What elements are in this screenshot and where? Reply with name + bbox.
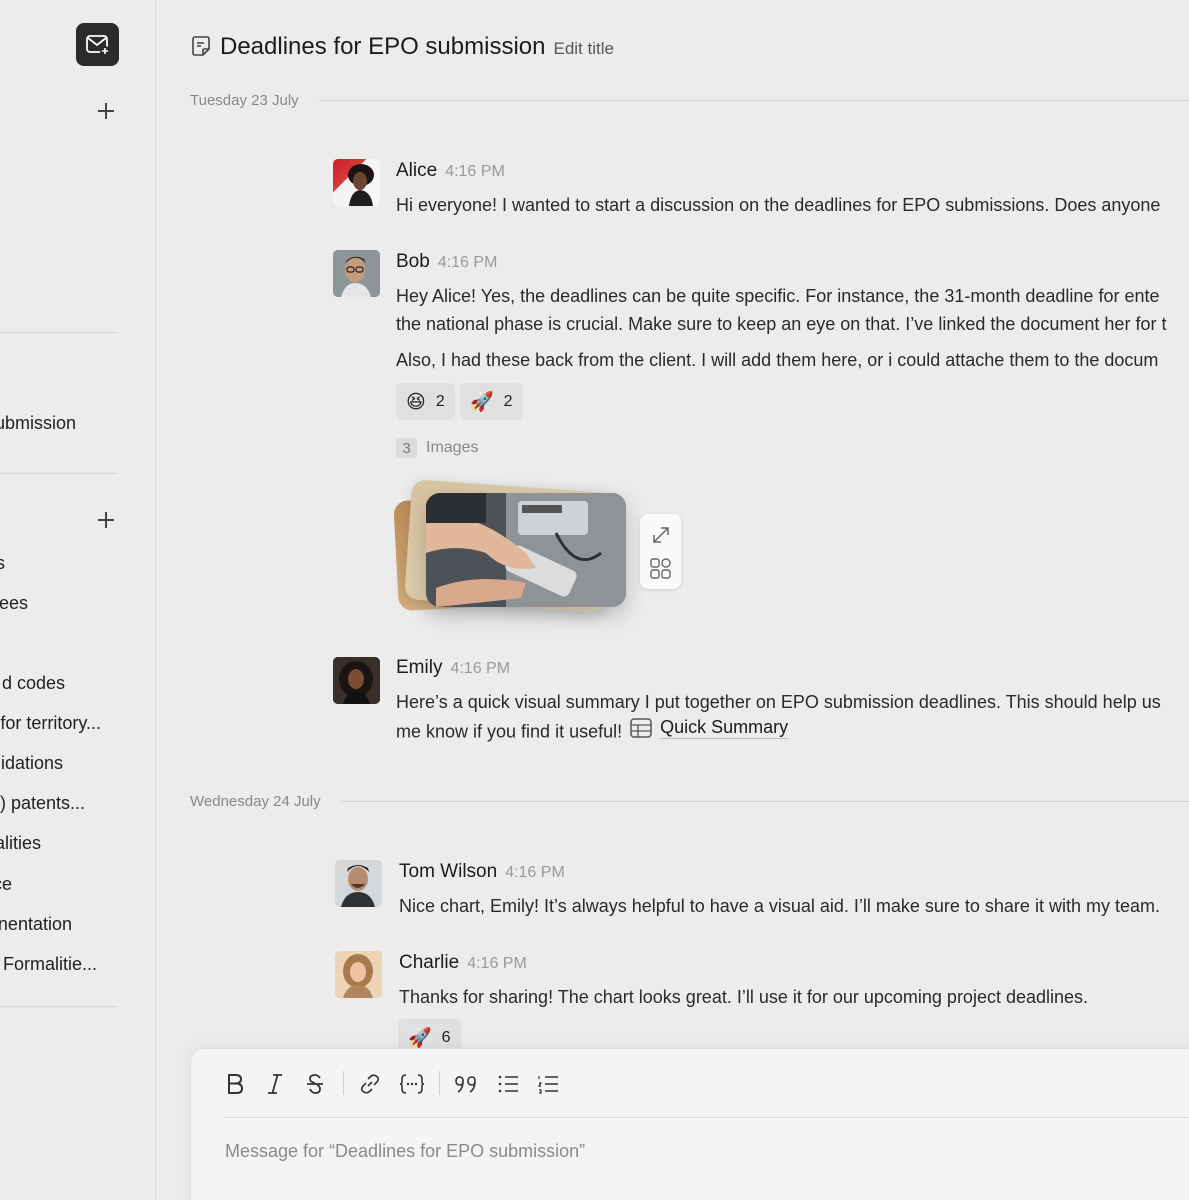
message-time: 4:16 PM [450,660,511,677]
add-icon[interactable] [97,102,115,120]
sidebar-item[interactable]: ubmission [0,412,76,434]
table-icon [630,717,652,738]
message-time: 4:16 PM [445,163,505,180]
author-name[interactable]: Tom Wilson [399,861,497,882]
sidebar: ubmission s ees d codes for territory...… [0,0,156,1200]
message-time: 4:16 PM [505,864,565,881]
message-text: Thanks for sharing! The chart looks grea… [399,987,1089,1007]
message-composer [190,1048,1189,1200]
sidebar-item[interactable]: ees [0,592,28,614]
message-author: Bob 4:16 PM [396,251,497,273]
sidebar-divider [0,332,118,333]
image-count-badge: 3 [396,438,417,458]
avatar[interactable] [333,250,380,297]
numbered-list-button[interactable] [535,1069,561,1099]
avatar-image [335,860,382,907]
new-message-button[interactable] [76,23,119,66]
sidebar-divider [0,1006,118,1007]
message-author: Charlie 4:16 PM [399,952,527,974]
image-count-label: Images [426,439,479,456]
edit-title-link[interactable]: Edit title [553,39,613,59]
quote-button[interactable] [453,1069,481,1099]
link-icon [360,1074,380,1094]
rocket-emoji-icon: 🚀 [408,1027,432,1049]
date-separator: Tuesday 23 July [190,92,1189,109]
sidebar-item[interactable]: alities [0,832,41,854]
add-icon[interactable] [97,511,115,529]
page-title: Deadlines for EPO submission [220,33,546,60]
author-name[interactable]: Bob [396,251,430,272]
sidebar-item[interactable]: ) patents... [0,792,85,814]
message-author: Alice 4:16 PM [396,160,505,182]
message-time: 4:16 PM [467,955,527,972]
date-separator: Wednesday 24 July [190,793,1189,810]
message-text: Nice chart, Emily! It’s always helpful t… [399,896,1160,916]
reaction-button[interactable]: 😆 2 [396,383,455,420]
author-name[interactable]: Alice [396,160,437,181]
message-text: me know if you find it useful! Quick Sum… [396,716,789,746]
avatar-image [333,250,380,297]
italic-button[interactable] [263,1069,287,1099]
message-text: Hey Alice! Yes, the deadlines can be qui… [396,286,1160,306]
numbered-list-icon [537,1076,558,1094]
message-text: Hi everyone! I wanted to start a discuss… [396,195,1161,215]
code-icon [399,1074,425,1094]
reaction-button[interactable]: 🚀 2 [460,383,523,420]
message-text-line: me know if you find it useful! [396,721,623,742]
message-text: the national phase is crucial. Make sure… [396,314,1167,334]
message-text: Here’s a quick visual summary I put toge… [396,692,1161,712]
avatar-image [348,164,374,206]
quick-summary-label: Quick Summary [660,717,789,739]
bold-icon [228,1074,244,1094]
avatar[interactable] [335,860,382,907]
sidebar-item[interactable]: s [0,552,5,574]
date-label: Tuesday 23 July [190,92,299,109]
page-header: Deadlines for EPO submission Edit title [192,32,614,61]
code-block-button[interactable] [397,1069,427,1099]
sidebar-item[interactable]: ce [0,873,12,895]
sidebar-item[interactable]: nentation [0,913,72,935]
author-name[interactable]: Charlie [399,952,459,973]
composer-divider [223,1117,1189,1118]
message-author: Tom Wilson 4:16 PM [399,861,565,883]
document-icon [192,36,210,56]
laughing-emoji-icon: 😆 [406,390,426,413]
sidebar-divider [0,473,118,474]
link-button[interactable] [357,1069,383,1099]
avatar-image [333,657,380,704]
avatar-image [335,951,382,998]
strikethrough-button[interactable] [303,1069,327,1099]
date-label: Wednesday 24 July [190,793,321,810]
message-author: Emily 4:16 PM [396,657,510,679]
strikethrough-icon [307,1074,323,1094]
avatar[interactable] [335,951,382,998]
bold-button[interactable] [223,1069,247,1099]
compose-icon [85,34,110,56]
rocket-emoji-icon: 🚀 [470,391,494,413]
grid-icon[interactable] [649,557,672,580]
message-text: Also, I had these back from the client. … [396,350,1159,370]
expand-icon[interactable] [650,524,672,546]
sidebar-item[interactable]: Formalitie... [3,953,97,975]
avatar[interactable] [333,657,380,704]
reaction-count: 2 [503,392,513,410]
sidebar-item[interactable]: idations [1,752,63,774]
author-name[interactable]: Emily [396,657,442,678]
reaction-count: 2 [435,392,445,410]
image-stack[interactable] [393,476,636,636]
image-count: 3 Images [396,438,478,458]
reaction-count: 6 [441,1028,451,1046]
image-tools [640,514,681,589]
sidebar-item[interactable]: d codes [2,672,65,694]
quick-summary-link[interactable]: Quick Summary [630,716,789,739]
quote-icon [455,1076,476,1093]
image-thumbnail [426,493,626,607]
sidebar-item[interactable]: for territory... [0,712,101,734]
message-input[interactable] [225,1141,1125,1162]
bullet-list-icon [498,1075,518,1093]
avatar[interactable] [333,159,380,206]
message-time: 4:16 PM [437,254,498,271]
italic-icon [268,1074,282,1094]
bullet-list-button[interactable] [495,1069,521,1099]
